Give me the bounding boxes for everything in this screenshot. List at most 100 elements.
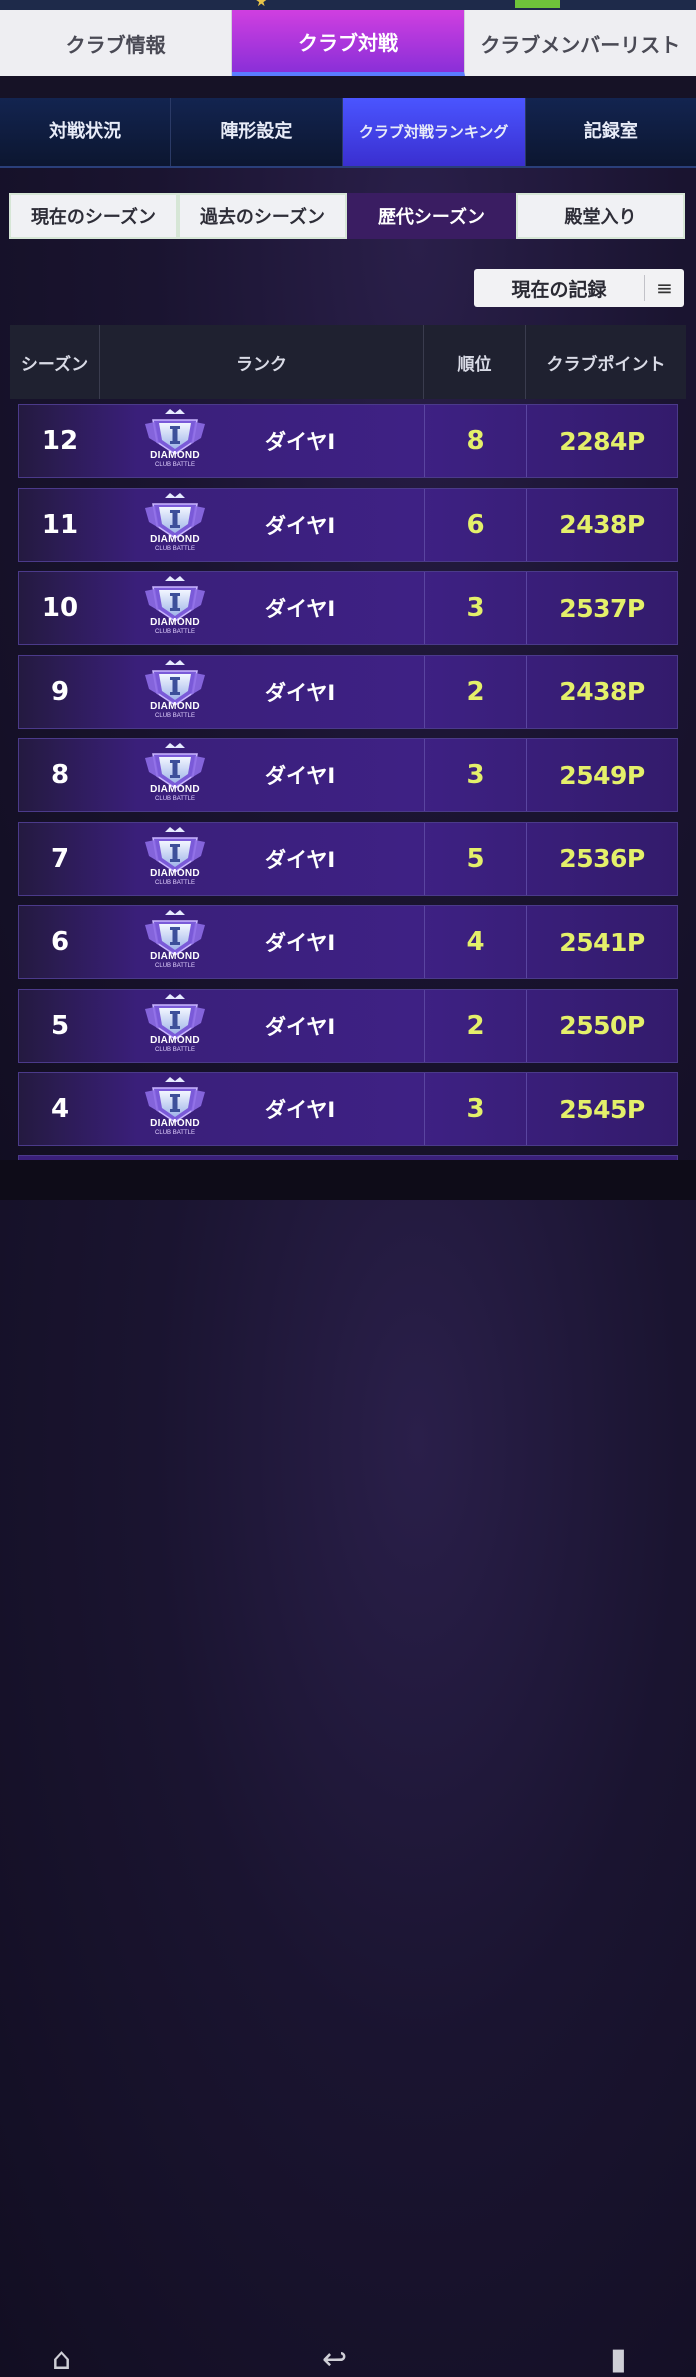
menu-icon[interactable]: ≡: [645, 276, 684, 300]
main-tabs: クラブ情報 クラブ対戦 クラブメンバーリスト: [0, 10, 696, 76]
diamond-badge-icon: [145, 993, 205, 1040]
ranking-rows: 12 DIAMOND CLUB BATTLE ダイヤI 8 2284P 11 D…: [18, 404, 678, 1156]
header-club-points: クラブポイント: [546, 354, 666, 375]
tab-record-room[interactable]: 記録室: [525, 98, 696, 166]
badge-label: DIAMOND: [150, 617, 200, 628]
progress-decoration: [515, 0, 560, 8]
badge-label: DIAMOND: [150, 1034, 200, 1046]
rank-name: ダイヤI: [265, 1098, 336, 1122]
rank-badge: DIAMOND CLUB BATTLE: [137, 909, 213, 975]
badge-sublabel: CLUB BATTLE: [155, 462, 195, 468]
row-position: 4: [425, 906, 527, 978]
row-season: 5: [50, 1010, 70, 1041]
rank-badge: DIAMOND CLUB BATTLE: [137, 659, 213, 725]
tab-current-season[interactable]: 現在のシーズン: [9, 193, 178, 239]
rank-name: ダイヤI: [265, 847, 336, 872]
record-select-dropdown[interactable]: 現在の記録 ≡: [474, 269, 684, 307]
row-club-points: 2545P: [559, 1094, 645, 1124]
rank-name: ダイヤI: [265, 764, 336, 788]
diamond-badge-icon: [145, 576, 205, 622]
badge-sublabel: CLUB BATTLE: [155, 545, 195, 552]
row-season: 4: [50, 1094, 70, 1124]
tab-hall-of-fame[interactable]: 殿堂入り: [516, 193, 685, 239]
tab-all-seasons[interactable]: 歴代シーズン: [347, 193, 516, 239]
tab-club-info[interactable]: クラブ情報: [0, 10, 233, 76]
row-club-points: 2536P: [559, 844, 645, 873]
row-season: 10: [41, 593, 79, 623]
table-row: 4 DIAMOND CLUB BATTLE ダイヤI 3 2545P: [18, 1072, 678, 1146]
row-club-points: 2537P: [559, 593, 645, 623]
row-season: 11: [41, 509, 79, 540]
badge-label: DIAMOND: [150, 867, 200, 879]
rank-badge: DIAMOND CLUB BATTLE: [137, 408, 213, 474]
badge-sublabel: CLUB BATTLE: [155, 879, 195, 886]
row-season: 12: [41, 426, 79, 456]
rank-badge: DIAMOND CLUB BATTLE: [137, 575, 213, 641]
row-rank: DIAMOND CLUB BATTLE ダイヤI: [101, 572, 425, 644]
row-position: 6: [425, 488, 527, 561]
rank-name: ダイヤI: [265, 430, 336, 454]
row-position: 3: [425, 1073, 527, 1145]
table-header: シーズン ランク 順位 クラブポイント: [10, 325, 686, 399]
row-club-points: 2438P: [559, 510, 645, 539]
tab-past-season[interactable]: 過去のシーズン: [178, 193, 347, 239]
row-season: 8: [50, 760, 70, 790]
header-season: シーズン: [10, 325, 100, 399]
badge-sublabel: CLUB BATTLE: [155, 1046, 195, 1053]
record-select-label: 現在の記録: [511, 278, 607, 301]
badge-sublabel: CLUB BATTLE: [155, 712, 195, 719]
rank-name: ダイヤI: [265, 597, 336, 621]
row-position: 8: [425, 405, 527, 477]
recent-apps-icon[interactable]: ▮: [610, 2345, 627, 2375]
row-club-points: 2550P: [559, 1011, 645, 1040]
badge-sublabel: CLUB BATTLE: [155, 963, 195, 969]
home-icon[interactable]: ⌂: [52, 2345, 71, 2375]
tab-battle-status[interactable]: 対戦状況: [0, 98, 172, 166]
tab-club-member-list[interactable]: クラブメンバーリスト: [465, 10, 696, 76]
row-position: 3: [425, 572, 527, 644]
rank-badge: DIAMOND CLUB BATTLE: [137, 826, 213, 892]
rank-name: ダイヤI: [265, 513, 336, 538]
row-position: 5: [425, 822, 527, 895]
table-row: 7 DIAMOND CLUB BATTLE ダイヤI 5 2536P: [18, 821, 678, 896]
table-row: 5 DIAMOND CLUB BATTLE ダイヤI 2 2550P: [18, 988, 678, 1063]
diamond-badge-icon: [145, 409, 205, 455]
diamond-badge-icon: [145, 1077, 205, 1123]
badge-label: DIAMOND: [150, 533, 200, 545]
rank-badge: DIAMOND CLUB BATTLE: [137, 1076, 213, 1142]
row-rank: DIAMOND CLUB BATTLE ダイヤI: [101, 655, 425, 728]
row-position: 2: [425, 655, 527, 728]
badge-label: DIAMOND: [150, 951, 200, 962]
diamond-badge-icon: [145, 659, 205, 706]
star-icon: ★: [255, 0, 268, 10]
back-icon[interactable]: ↩: [322, 2345, 347, 2375]
badge-label: DIAMOND: [150, 450, 200, 461]
table-row: 6 DIAMOND CLUB BATTLE ダイヤI 4 2541P: [18, 905, 678, 979]
row-club-points: 2549P: [559, 760, 645, 790]
badge-label: DIAMOND: [150, 784, 200, 795]
tab-spacer: [0, 76, 696, 98]
bottom-navigation-bar: ⌂ ↩ ▮: [0, 1160, 696, 2375]
diamond-badge-icon: [145, 826, 205, 873]
tab-formation-settings[interactable]: 陣形設定: [171, 98, 343, 166]
row-rank: DIAMOND CLUB BATTLE ダイヤI: [101, 488, 425, 561]
sub-tabs: 対戦状況 陣形設定 クラブ対戦ランキング 記録室: [0, 98, 696, 168]
badge-label: DIAMOND: [150, 1118, 200, 1129]
row-rank: DIAMOND CLUB BATTLE ダイヤI: [101, 1073, 425, 1145]
rank-badge: DIAMOND CLUB BATTLE: [137, 993, 213, 1059]
badge-sublabel: CLUB BATTLE: [155, 629, 195, 635]
badge-sublabel: CLUB BATTLE: [155, 796, 195, 802]
row-club-points: 2541P: [559, 927, 645, 957]
tab-club-battle-ranking[interactable]: クラブ対戦ランキング: [342, 98, 526, 166]
table-row: 11 DIAMOND CLUB BATTLE ダイヤI 6 2438P: [18, 487, 678, 562]
table-row: 10 DIAMOND CLUB BATTLE ダイヤI 3 2537P: [18, 571, 678, 645]
table-row: 9 DIAMOND CLUB BATTLE ダイヤI 2 2438P: [18, 654, 678, 729]
row-rank: DIAMOND CLUB BATTLE ダイヤI: [101, 906, 425, 978]
row-position: 3: [425, 739, 527, 811]
row-club-points: 2438P: [559, 677, 645, 706]
row-season: 9: [50, 676, 70, 707]
row-club-points: 2284P: [559, 426, 645, 456]
table-row: 8 DIAMOND CLUB BATTLE ダイヤI 3 2549P: [18, 738, 678, 812]
tab-club-battle[interactable]: クラブ対戦: [232, 10, 465, 76]
rank-badge: DIAMOND CLUB BATTLE: [137, 742, 213, 808]
